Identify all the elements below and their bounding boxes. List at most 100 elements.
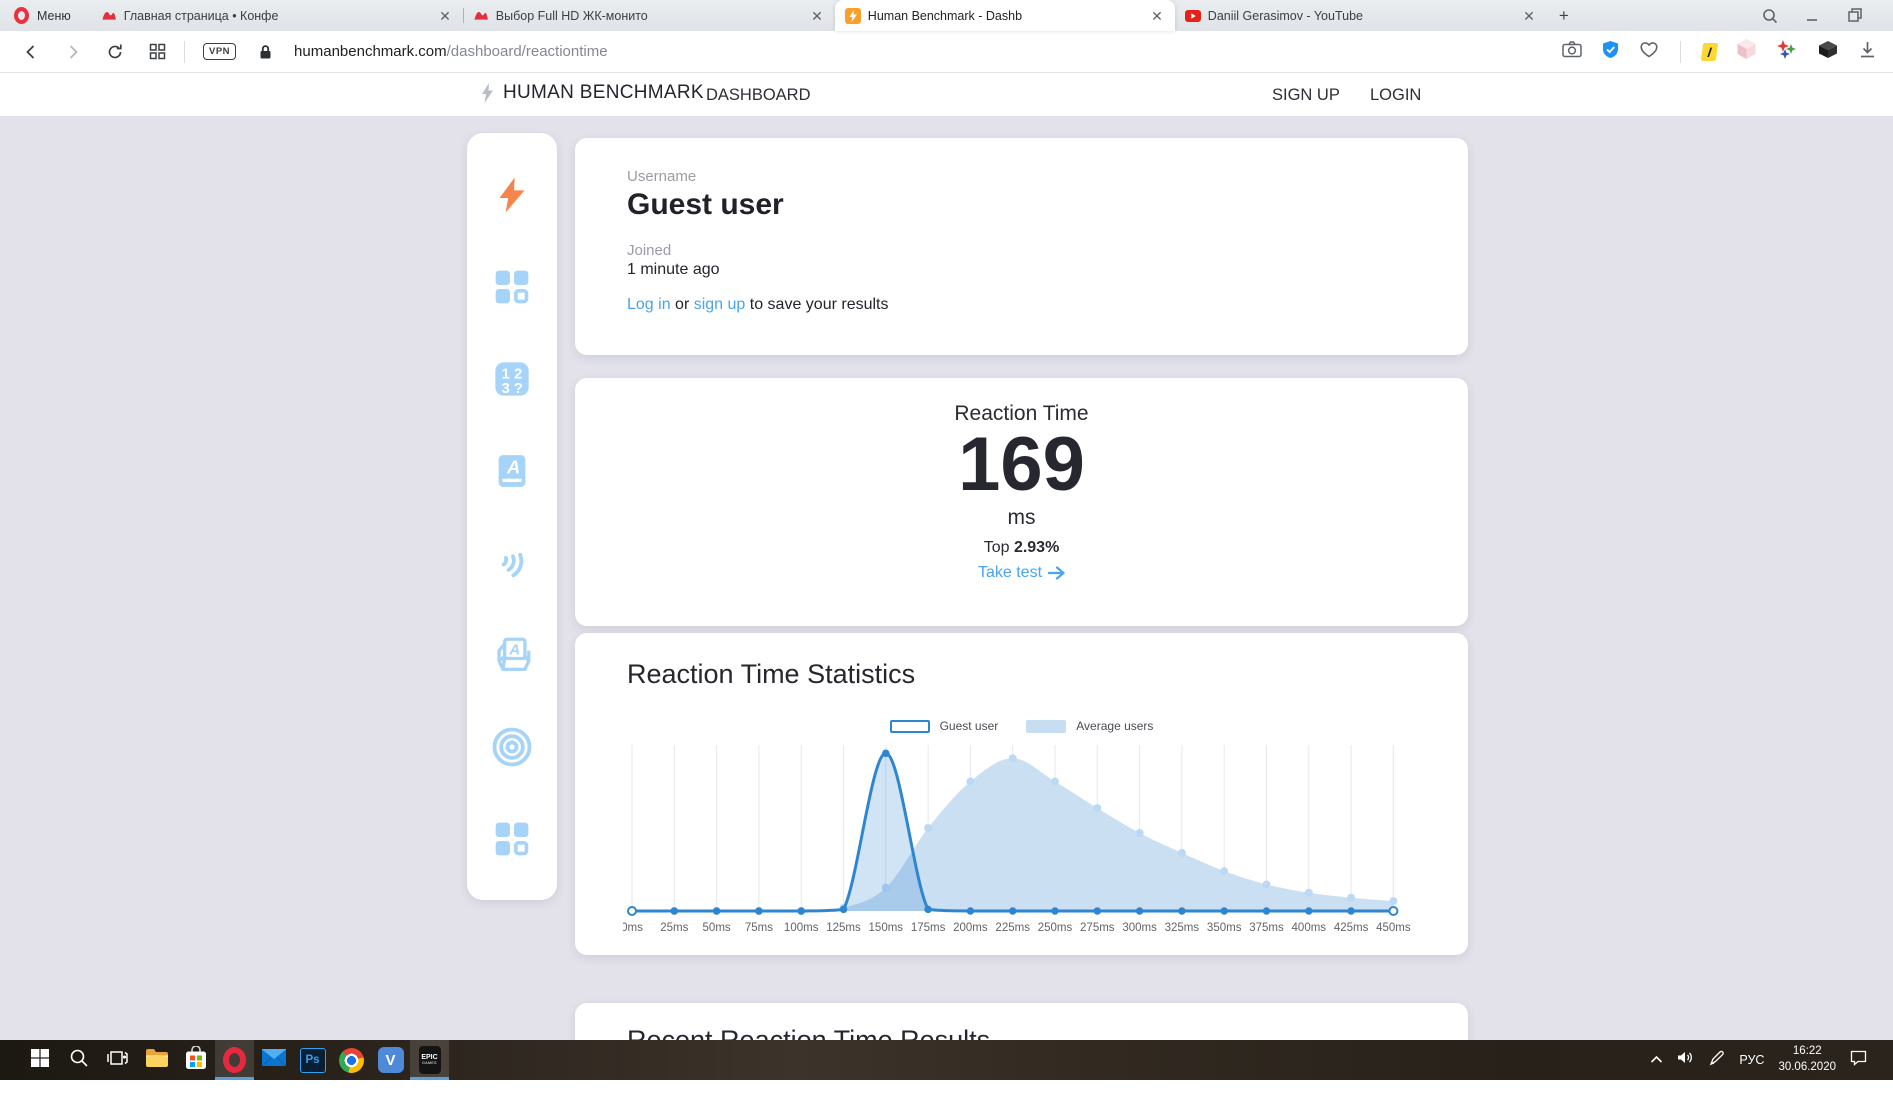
snapshot-camera-icon[interactable] <box>1562 40 1582 63</box>
screen: Меню Главная страница • Конфе ✕ Выбор Full… <box>0 0 1893 1111</box>
take-test-link[interactable]: Take test <box>575 564 1468 582</box>
language-indicator[interactable]: РУС <box>1739 1053 1764 1067</box>
tests-sidebar: 1 2 3? A A <box>467 133 557 900</box>
download-icon[interactable] <box>1858 40 1877 64</box>
svg-text:200ms: 200ms <box>953 922 988 934</box>
search-icon[interactable] <box>1762 8 1778 24</box>
taskbar-epic-games-button[interactable]: EPIC GAMES <box>410 1040 449 1080</box>
opera-menu-button[interactable]: Меню <box>0 0 91 31</box>
hb-lightning-icon <box>844 7 861 24</box>
sign-up-inline-link[interactable]: sign up <box>694 296 746 313</box>
tab-title: Daniil Gerasimov - YouTube <box>1207 8 1363 23</box>
top-value: 2.93% <box>1013 538 1060 556</box>
lightshot-extension-icon[interactable]: l <box>1700 42 1719 61</box>
login-link[interactable]: LOGIN <box>1370 86 1421 105</box>
windows-taskbar: Ps V EPIC GAMES РУС 16:22 30.06.2020 <box>0 1040 1893 1080</box>
reload-icon[interactable] <box>100 37 130 67</box>
window-restore-icon[interactable] <box>1848 8 1863 23</box>
taskbar-taskbar-search-button[interactable] <box>59 1040 98 1080</box>
taskbar-task-view-button[interactable] <box>98 1040 137 1080</box>
svg-text:450ms: 450ms <box>1376 922 1411 934</box>
pen-icon[interactable] <box>1709 1050 1725 1071</box>
sidebar-item-verbal-book[interactable]: A <box>490 449 534 493</box>
tab-title: Выбор Full HD ЖК-монито <box>495 8 648 23</box>
opera-menu-label: Меню <box>37 8 71 23</box>
file-explorer-icon <box>145 1048 169 1073</box>
vpn-badge[interactable]: VPN <box>203 43 237 60</box>
window-minimize-icon[interactable] <box>1806 9 1820 23</box>
log-in-link[interactable]: Log in <box>627 296 671 313</box>
back-icon[interactable] <box>16 37 46 67</box>
svg-text:3: 3 <box>501 380 509 397</box>
lock-icon[interactable] <box>250 37 280 67</box>
tab-close-icon[interactable]: ✕ <box>1149 7 1165 25</box>
tab-close-icon[interactable]: ✕ <box>1521 7 1537 25</box>
heart-icon[interactable] <box>1639 40 1659 63</box>
svg-text:125ms: 125ms <box>826 922 861 934</box>
clock[interactable]: 16:22 30.06.2020 <box>1778 1044 1836 1075</box>
username-value: Guest user <box>627 188 784 221</box>
pink-cube-extension-icon[interactable] <box>1736 38 1757 65</box>
notifications-icon[interactable] <box>1850 1050 1867 1071</box>
take-test-label: Take test <box>977 563 1043 581</box>
taskbar-microsoft-store-button[interactable] <box>176 1040 215 1080</box>
taskbar-file-explorer-button[interactable] <box>137 1040 176 1080</box>
sidebar-item-hearing-waves[interactable] <box>490 541 534 585</box>
tab-title: Human Benchmark - Dashb <box>867 8 1023 23</box>
taskbar-opera-button[interactable] <box>215 1040 254 1080</box>
tab-close-icon[interactable]: ✕ <box>437 7 453 25</box>
black-box-extension-icon[interactable] <box>1817 39 1839 65</box>
taskbar-photoshop-button[interactable]: Ps <box>293 1040 332 1080</box>
tab-close-icon[interactable]: ✕ <box>809 7 825 25</box>
average-users-legend-label: Average users <box>1076 719 1154 733</box>
taskbar-mail-button[interactable] <box>254 1040 293 1080</box>
sidebar-item-aim-target[interactable] <box>490 725 534 769</box>
svg-text:0ms: 0ms <box>623 922 643 934</box>
taskbar-search-icon <box>69 1048 89 1073</box>
reaction-lightning-icon <box>499 177 525 213</box>
new-tab-button[interactable]: + <box>1547 0 1581 31</box>
site-header: HUMAN BENCHMARK DASHBOARD SIGN UP LOGIN <box>0 74 1893 116</box>
stars-extension-icon[interactable] <box>1776 38 1798 65</box>
taskbar-v-app-button[interactable]: V <box>371 1040 410 1080</box>
start-icon <box>30 1048 50 1073</box>
speed-dial-icon[interactable] <box>142 37 172 67</box>
forward-icon[interactable] <box>58 37 88 67</box>
url-field[interactable]: humanbenchmark.com/dashboard/reactiontim… <box>294 43 608 60</box>
nav-dashboard[interactable]: DASHBOARD <box>706 86 811 105</box>
browser-tab-2[interactable]: Human Benchmark - Dashb ✕ <box>834 0 1175 31</box>
aim-target-icon <box>492 727 532 767</box>
statistics-title: Reaction Time Statistics <box>627 659 916 689</box>
svg-text:50ms: 50ms <box>703 922 731 934</box>
top-label: Top <box>983 538 1014 556</box>
average-users-swatch-icon <box>1026 719 1067 733</box>
sidebar-item-visual-grid[interactable] <box>490 817 534 861</box>
sign-up-link[interactable]: SIGN UP <box>1272 86 1340 105</box>
shield-check-icon[interactable] <box>1601 40 1620 64</box>
reaction-time-card: Reaction Time 169 ms Top 2.93% Take test <box>575 378 1468 626</box>
hearing-waves-icon <box>501 552 524 578</box>
taskbar-chrome-button[interactable] <box>332 1040 371 1080</box>
epic-games-icon: EPIC GAMES <box>418 1046 441 1074</box>
mail-icon <box>261 1047 287 1073</box>
svg-text:175ms: 175ms <box>911 922 946 934</box>
taskbar-start-button[interactable] <box>20 1040 59 1080</box>
browser-address-bar: VPN humanbenchmark.com/dashboard/reactio… <box>0 31 1893 73</box>
browser-tab-3[interactable]: Daniil Gerasimov - YouTube ✕ <box>1175 0 1547 31</box>
red-swoosh-icon <box>473 8 489 24</box>
brand[interactable]: HUMAN BENCHMARK <box>481 82 704 104</box>
tray-chevron-up-icon[interactable] <box>1650 1051 1663 1069</box>
number-memory-icon: 1 23? <box>495 362 529 397</box>
guest-user-legend-label: Guest user <box>939 719 999 733</box>
sidebar-item-sequence-grid[interactable] <box>490 265 534 309</box>
youtube-icon <box>1184 8 1201 24</box>
browser-tab-1[interactable]: Выбор Full HD ЖК-монито ✕ <box>462 0 835 31</box>
svg-text:25ms: 25ms <box>660 922 688 934</box>
volume-icon[interactable] <box>1677 1050 1695 1070</box>
sidebar-item-number-memory[interactable]: 1 2 3? <box>490 357 534 401</box>
browser-tab-0[interactable]: Главная страница • Конфе ✕ <box>91 0 463 31</box>
sidebar-item-typing-key[interactable]: A <box>490 633 534 677</box>
top-percent-line: Top 2.93% <box>575 539 1468 557</box>
sidebar-item-reaction-lightning[interactable] <box>490 173 534 217</box>
microsoft-store-icon <box>185 1044 207 1075</box>
